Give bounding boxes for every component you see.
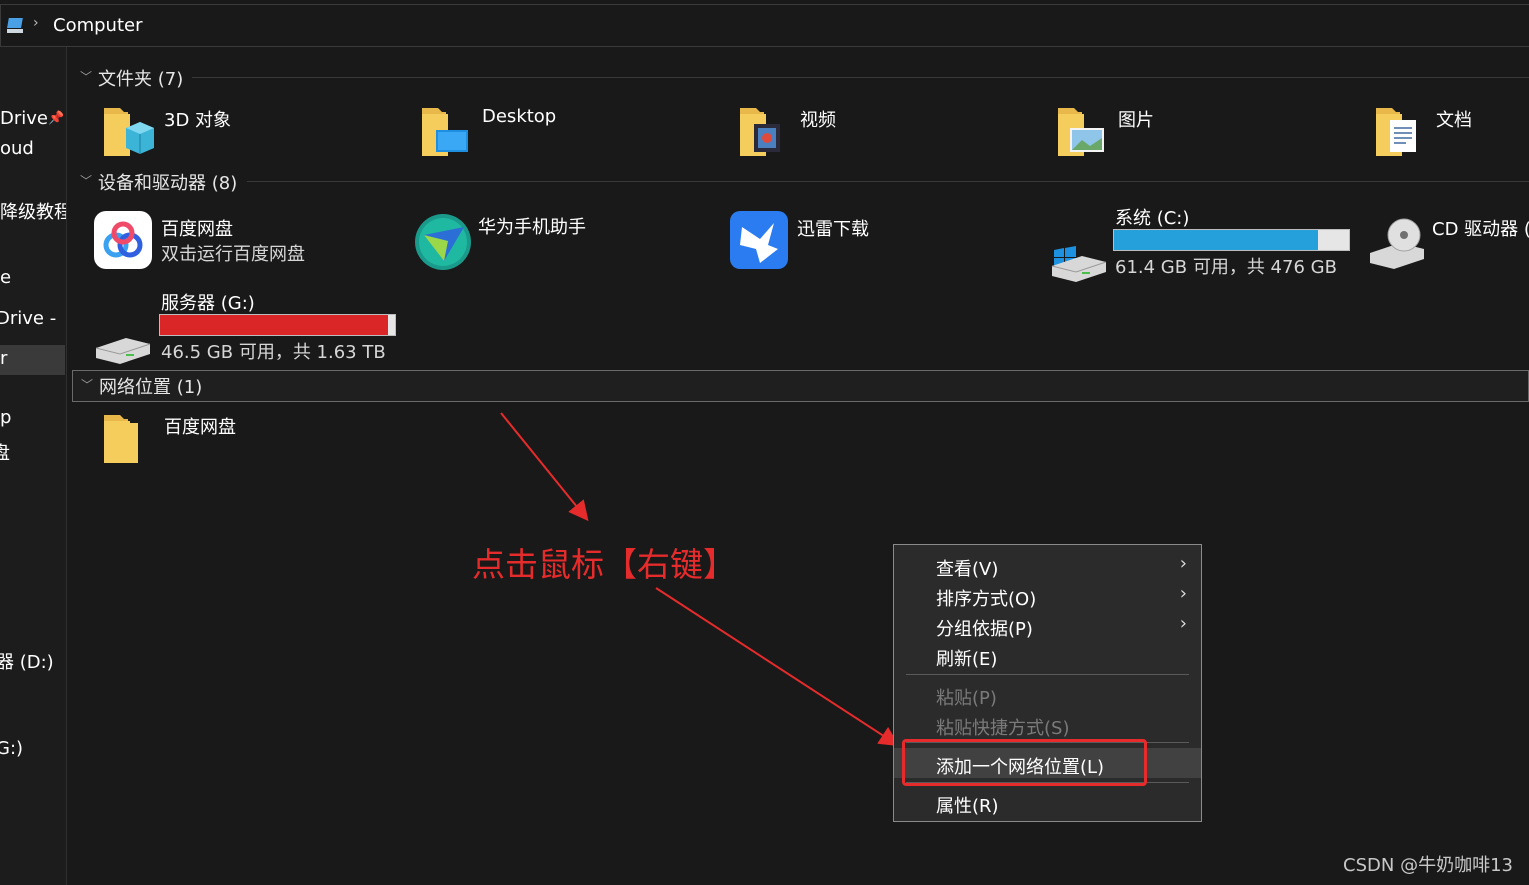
sidebar-item-p[interactable]: p (0, 407, 11, 428)
drive-c-system[interactable]: 系统 (C:) 61.4 GB 可用，共 476 GB (1048, 204, 1358, 284)
drive-cd[interactable]: CD 驱动器 ( (1366, 213, 1529, 275)
device-name: 百度网盘 (161, 219, 233, 240)
network-location-baidu[interactable]: 百度网盘 (98, 409, 378, 471)
network-location-name: 百度网盘 (164, 417, 236, 438)
pin-icon: 📌 (48, 111, 65, 126)
sidebar-item-onedrive[interactable]: Drive (0, 108, 48, 129)
sidebar-item-tutorial[interactable]: 降级教程 (0, 198, 66, 224)
group-header-network[interactable]: ﹀ 网络位置 (1) (72, 370, 1529, 402)
computer-icon (7, 18, 23, 33)
folder-videos[interactable]: 视频 (734, 102, 1014, 164)
drive-usage-fill (1114, 230, 1319, 250)
menu-item-refresh[interactable]: 刷新(E) (894, 640, 1201, 670)
menu-label: 查看(V) (936, 559, 999, 580)
menu-label: 分组依据(P) (936, 619, 1033, 640)
sidebar-selected-highlight (0, 345, 65, 375)
folder-name: Desktop (482, 106, 557, 127)
breadcrumb-computer[interactable]: Computer (53, 15, 142, 36)
folder-name: 文档 (1436, 110, 1472, 131)
menu-item-paste-shortcut[interactable]: 粘贴快捷方式(S) (894, 709, 1201, 739)
videos-folder-icon (740, 108, 780, 156)
hard-drive-icon (95, 338, 151, 364)
drive-name: CD 驱动器 ( (1432, 219, 1529, 240)
xunlei-icon (730, 211, 788, 269)
folder-name: 视频 (800, 110, 836, 131)
divider (192, 77, 1529, 78)
chevron-right-icon: › (1179, 583, 1187, 604)
drive-name: 系统 (C:) (1115, 208, 1190, 229)
device-subtitle: 双击运行百度网盘 (161, 244, 305, 265)
pictures-folder-icon (1058, 108, 1104, 156)
folder-name: 3D 对象 (164, 110, 232, 131)
drive-usage-bar (159, 314, 396, 336)
chevron-down-icon: ﹀ (80, 70, 93, 84)
device-name: 迅雷下载 (797, 219, 869, 240)
address-bar[interactable]: › Computer (0, 4, 1529, 47)
watermark: CSDN @牛奶咖啡13 (1343, 855, 1513, 876)
folder-name: 图片 (1118, 110, 1154, 131)
drive-free-space: 61.4 GB 可用，共 476 GB (1115, 257, 1337, 278)
highlight-box (902, 739, 1147, 786)
divider (247, 181, 1529, 182)
drive-free-space: 46.5 GB 可用，共 1.63 TB (161, 342, 386, 363)
chevron-right-icon: › (1179, 613, 1187, 634)
drive-usage-bar (1113, 229, 1350, 251)
huawei-assistant-icon (415, 214, 471, 270)
chevron-right-icon: › (1179, 553, 1187, 574)
menu-item-paste[interactable]: 粘贴(P) (894, 679, 1201, 709)
folder-icon (104, 415, 138, 463)
device-baidu-netdisk[interactable]: 百度网盘 双击运行百度网盘 (92, 209, 392, 271)
documents-folder-icon (1376, 108, 1416, 156)
drive-usage-fill (160, 315, 388, 335)
folder-documents[interactable]: 文档 (1370, 102, 1529, 164)
group-header-folders[interactable]: ﹀ 文件夹 (7) (72, 63, 1529, 93)
menu-item-group-by[interactable]: 分组依据(P) › (894, 610, 1201, 640)
cd-drive-icon (1370, 218, 1424, 269)
3d-objects-folder-icon (104, 108, 154, 156)
windows-drive-icon (1051, 246, 1107, 282)
folder-3d-objects[interactable]: 3D 对象 (98, 102, 378, 164)
sidebar-item-pan[interactable]: 盘 (0, 439, 10, 465)
group-title: 设备和驱动器 (8) (98, 173, 238, 194)
chevron-down-icon: ﹀ (81, 378, 94, 392)
sidebar-item-drive[interactable]: Drive - (0, 308, 56, 329)
menu-label: 粘贴(P) (936, 688, 997, 709)
desktop-folder-icon (422, 108, 468, 156)
menu-label: 粘贴快捷方式(S) (936, 718, 1070, 739)
baidu-netdisk-icon (94, 211, 152, 269)
menu-item-view[interactable]: 查看(V) › (894, 550, 1201, 580)
menu-item-sort[interactable]: 排序方式(O) › (894, 580, 1201, 610)
annotation-text: 点击鼠标【右键】 (472, 545, 736, 584)
sidebar-item-drive-d[interactable]: 器 (D:) (0, 648, 54, 674)
menu-label: 属性(R) (936, 796, 999, 817)
content-area[interactable]: ﹀ 文件夹 (7) 3D 对象 Desktop 视频 图片 文档 ﹀ 设备和驱动… (68, 47, 1529, 885)
sidebar-item-icloud[interactable]: oud (0, 138, 34, 159)
device-name: 华为手机助手 (478, 217, 586, 238)
chevron-down-icon: ﹀ (80, 174, 93, 188)
folder-pictures[interactable]: 图片 (1052, 102, 1332, 164)
menu-label: 刷新(E) (936, 649, 998, 670)
drive-g-server[interactable]: 服务器 (G:) 46.5 GB 可用，共 1.63 TB (92, 288, 402, 368)
group-header-devices[interactable]: ﹀ 设备和驱动器 (8) (72, 167, 1529, 197)
sidebar-item-e[interactable]: e (0, 267, 11, 288)
group-title: 网络位置 (1) (99, 377, 203, 398)
chevron-right-icon: › (33, 15, 39, 31)
drive-name: 服务器 (G:) (161, 293, 255, 314)
menu-label: 排序方式(O) (936, 589, 1037, 610)
folder-desktop[interactable]: Desktop (416, 102, 696, 164)
device-xunlei[interactable]: 迅雷下载 (728, 209, 1028, 271)
sidebar-item-drive-g[interactable]: G:) (0, 738, 23, 759)
menu-item-properties[interactable]: 属性(R) (894, 787, 1201, 817)
sidebar-item-computer[interactable]: r (0, 348, 7, 369)
navigation-pane[interactable]: Drive 📌 oud 降级教程 e Drive - r p 盘 器 (D:) … (0, 47, 67, 885)
group-title: 文件夹 (7) (98, 69, 184, 90)
device-huawei-assistant[interactable]: 华为手机助手 (412, 211, 712, 273)
menu-separator (906, 674, 1189, 675)
